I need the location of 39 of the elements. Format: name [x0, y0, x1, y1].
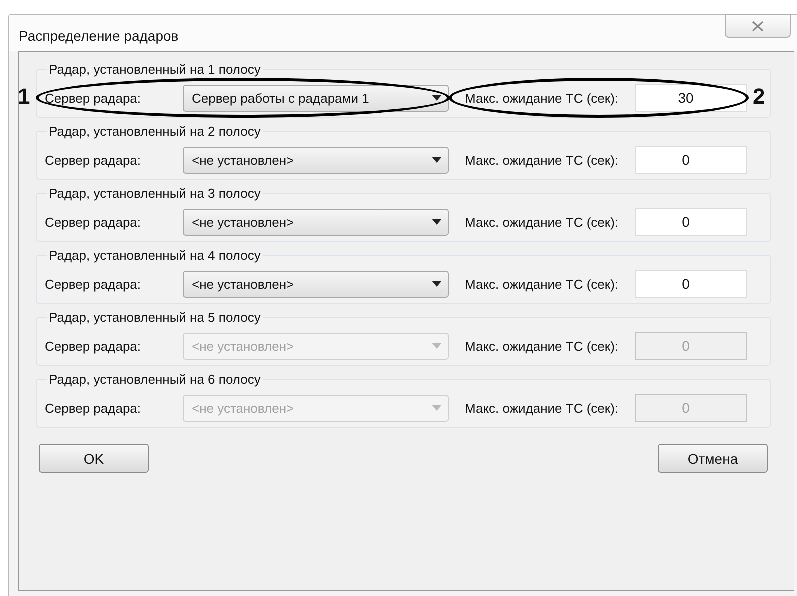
server-dropdown[interactable]: <не установлен>: [183, 208, 449, 236]
close-button[interactable]: [725, 14, 791, 38]
caret-icon: [432, 95, 442, 101]
window-title: Распределение радаров: [19, 27, 179, 44]
field-label: Сервер радара:: [45, 152, 142, 168]
field-label: Макс. ожидание ТС (сек):: [465, 400, 620, 416]
caret-icon: [432, 157, 442, 163]
field-label: Сервер радара:: [45, 338, 142, 354]
field-label: Макс. ожидание ТС (сек):: [465, 214, 620, 230]
group-title: Радар, установленный на 6 полосу: [48, 372, 262, 387]
dialog-button[interactable]: Отмена: [658, 444, 768, 473]
caret-icon: [432, 343, 442, 349]
caret-icon: [432, 405, 442, 411]
wait-input-field[interactable]: 0: [635, 270, 747, 298]
caret-icon: [432, 281, 442, 287]
group-title: Радар, установленный на 5 полосу: [48, 310, 262, 325]
group-title: Радар, установленный на 4 полосу: [48, 248, 262, 263]
caret-icon: [432, 219, 442, 225]
field-label: Сервер радара:: [45, 276, 142, 292]
field-label: Макс. ожидание ТС (сек):: [465, 90, 620, 106]
wait-input-field[interactable]: 30: [635, 84, 747, 112]
field-label: Макс. ожидание ТС (сек):: [465, 276, 620, 292]
callout-number: 1: [18, 84, 30, 110]
field-label: Макс. ожидание ТС (сек):: [465, 338, 620, 354]
field-label: Сервер радара:: [45, 90, 142, 106]
group-title: Радар, установленный на 1 полосу: [48, 62, 262, 77]
callout-number: 2: [753, 84, 766, 110]
wait-input-field[interactable]: 0: [635, 208, 747, 236]
field-label: Сервер радара:: [45, 400, 142, 416]
close-icon: [752, 20, 764, 32]
dialog-button[interactable]: OK: [39, 444, 149, 473]
server-dropdown[interactable]: Сервер работы с радарами 1: [183, 84, 449, 112]
field-label: Макс. ожидание ТС (сек):: [465, 152, 620, 168]
server-dropdown[interactable]: <не установлен>: [183, 146, 449, 174]
field-label: Сервер радара:: [45, 214, 142, 230]
group-title: Радар, установленный на 3 полосу: [48, 186, 262, 201]
group-title: Радар, установленный на 2 полосу: [48, 124, 262, 139]
server-dropdown[interactable]: <не установлен>: [183, 270, 449, 298]
wait-input-field[interactable]: 0: [635, 146, 747, 174]
